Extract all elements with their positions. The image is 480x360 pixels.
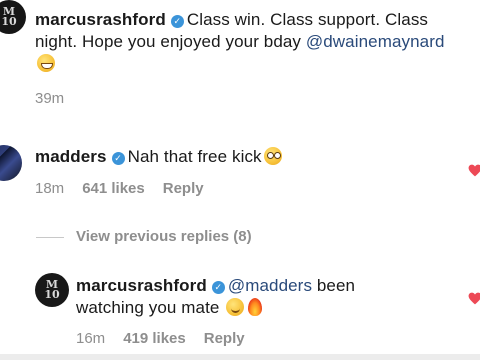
smirk-emoji-icon <box>226 298 245 316</box>
comment-body-marcusrashford: marcusrashford ✓ Class win. Class support.… <box>35 9 480 75</box>
heart-icon[interactable] <box>468 292 480 305</box>
avatar-marcusrashford[interactable]: M 10 <box>0 0 26 34</box>
verified-badge-icon: ✓ <box>170 15 184 28</box>
username-link[interactable]: marcusrashford <box>76 276 207 295</box>
avatar-image <box>0 145 22 181</box>
fire-emoji-icon <box>248 298 263 316</box>
username-link[interactable]: madders <box>35 147 107 166</box>
avatar-madders[interactable] <box>0 145 22 181</box>
reply-text-rest: been <box>312 276 356 295</box>
mention-link[interactable]: @dwainemaynard <box>306 32 445 51</box>
comment-text: Nah that free kick <box>127 147 262 166</box>
reply-button[interactable]: Reply <box>163 180 204 197</box>
comment-text-line2: night. Hope you enjoyed your bday <box>35 32 306 51</box>
bottom-divider <box>0 354 480 360</box>
reply-button[interactable]: Reply <box>204 330 245 347</box>
timestamp: 16m <box>76 330 106 347</box>
reply-text-line2: watching you mate <box>76 298 220 317</box>
replies-divider <box>36 237 64 238</box>
comment-body-madders: madders ✓ Nah that free kick <box>35 146 282 168</box>
avatar-marcusrashford-reply[interactable]: M 10 <box>35 273 69 307</box>
mr-logo-icon: M 10 <box>1 5 17 28</box>
reply-meta: 16m 419 likes Reply <box>76 330 263 347</box>
verified-badge-icon: ✓ <box>111 152 125 165</box>
flushed-emoji-icon <box>263 147 282 165</box>
timestamp: 39m <box>35 90 65 107</box>
likes-count-link[interactable]: 641 likes <box>82 180 145 197</box>
mr-logo-icon: M 10 <box>44 278 60 301</box>
verified-badge-icon: ✓ <box>211 281 225 294</box>
view-previous-replies-button[interactable]: View previous replies (8) <box>76 228 252 245</box>
grinning-emoji-icon <box>37 54 55 72</box>
reply-body-marcusrashford: marcusrashford ✓ @madders been watching yo… <box>76 275 476 319</box>
mention-link[interactable]: @madders <box>228 276 312 295</box>
comment-meta: 18m 641 likes Reply <box>35 180 222 197</box>
comment-meta: 39m <box>35 90 82 107</box>
username-link[interactable]: marcusrashford <box>35 10 166 29</box>
likes-count-link[interactable]: 419 likes <box>123 330 186 347</box>
comment-text-line1: Class win. Class support. Class <box>186 10 429 29</box>
heart-icon[interactable] <box>468 164 480 177</box>
timestamp: 18m <box>35 180 65 197</box>
